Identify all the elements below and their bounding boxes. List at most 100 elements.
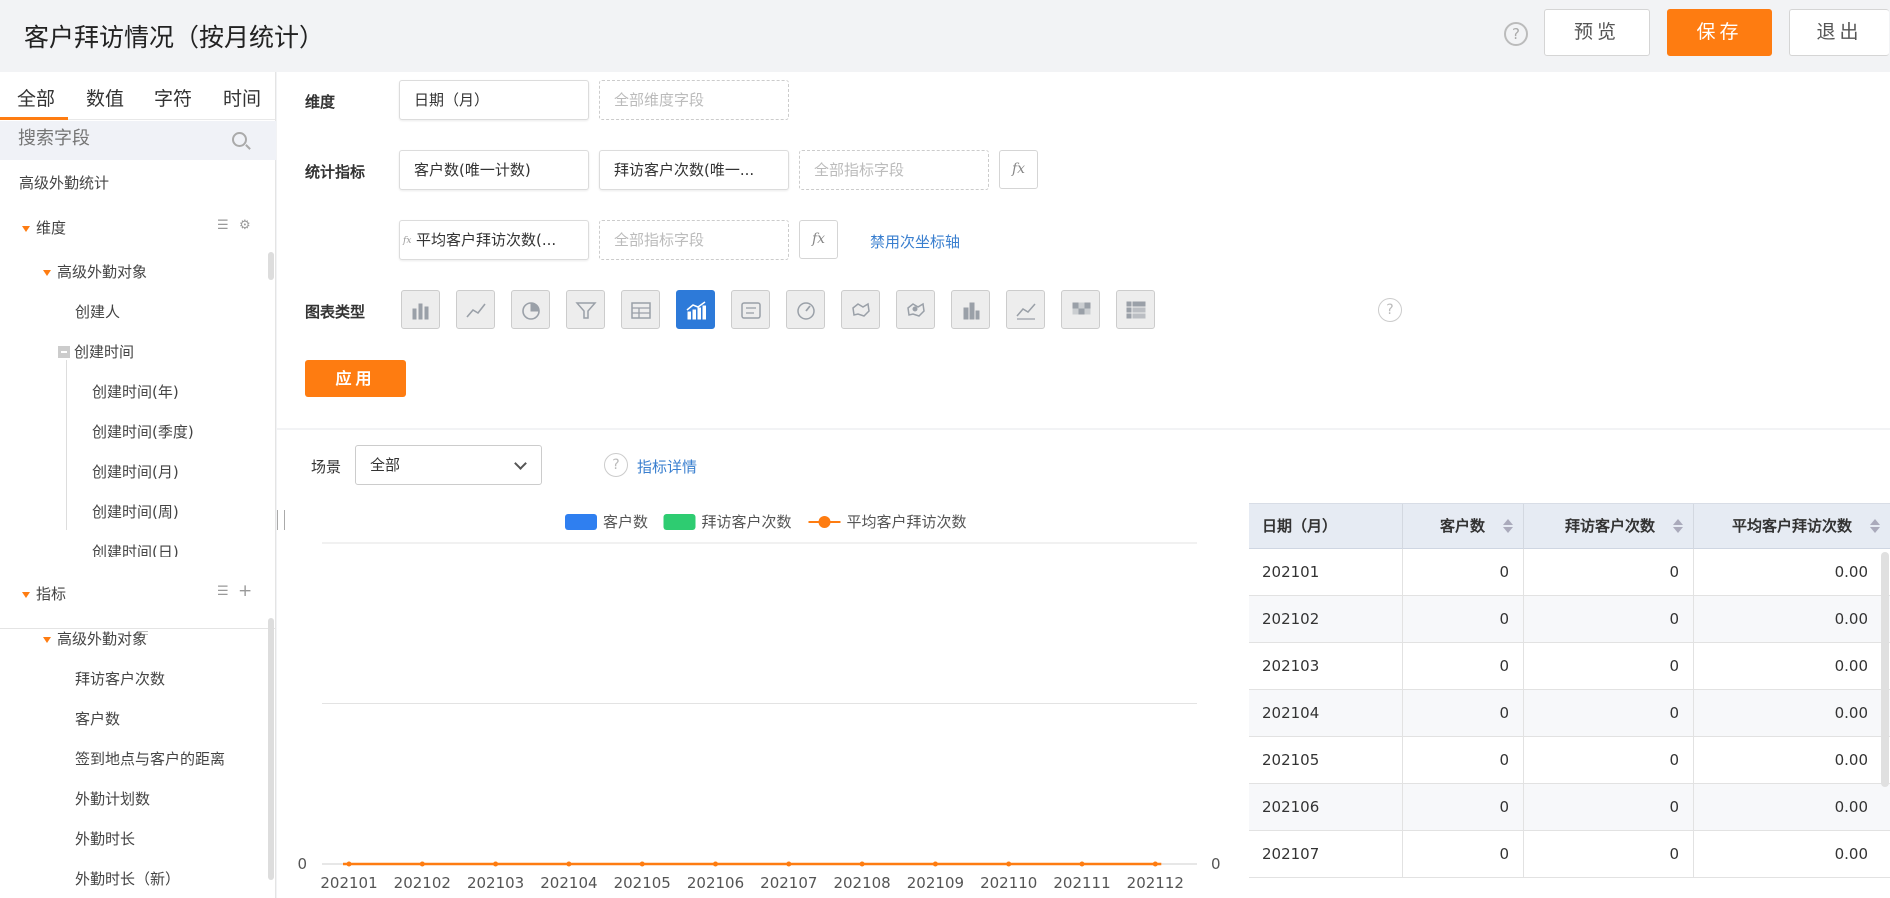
sort-icon[interactable]: ☰ [217, 218, 229, 233]
metric-field-visits[interactable]: 拜访客户次数(唯一... [599, 150, 789, 190]
metric-dropzone[interactable]: 全部指标字段 [799, 150, 989, 190]
expand-arrow-icon[interactable] [22, 591, 30, 598]
stacked-bar-icon[interactable] [951, 290, 990, 329]
card-chart-icon[interactable] [731, 290, 770, 329]
scene-select[interactable]: 全部 [355, 445, 542, 485]
column-header-customers[interactable]: 客户数 [1403, 504, 1524, 549]
expand-arrow-icon[interactable] [22, 225, 30, 232]
field-group-created-time[interactable]: 创建时间 [58, 341, 134, 362]
table-row: 202106 0 0 0.00 [1249, 784, 1890, 831]
help-icon[interactable]: ? [1504, 22, 1528, 46]
table-header: 日期（月） 客户数 拜访客户次数 平均客户拜访次数 [1249, 504, 1890, 549]
scatter-map-icon[interactable] [896, 290, 935, 329]
field-item[interactable]: 创建时间(日) [92, 541, 179, 557]
dimension-field[interactable]: 日期（月） [399, 80, 589, 120]
scene-label: 场景 [311, 458, 342, 476]
add-icon[interactable]: + [238, 581, 252, 601]
table-row: 202104 0 0 0.00 [1249, 690, 1890, 737]
metric-scrollbar[interactable] [268, 618, 274, 880]
column-header-average[interactable]: 平均客户拜访次数 [1694, 504, 1890, 549]
field-item[interactable]: 创建时间(年) [92, 381, 179, 402]
metric-item[interactable]: 外勤计划数 [75, 788, 150, 809]
table-cell: 0 [1524, 549, 1694, 596]
table-scrollbar[interactable] [1881, 552, 1889, 787]
formula-button[interactable]: fx [999, 150, 1038, 189]
sort-icon[interactable]: ☰ [217, 584, 229, 599]
metric-group[interactable]: 高级外勤对象 [43, 628, 147, 649]
metric-section[interactable]: 指标 [22, 583, 66, 604]
chart-type-label: 图表类型 [305, 303, 366, 321]
preview-panel: 场景 全部 ? 指标详情 客户数 拜访客户次数 平均客户拜访次数 0 0 202101 20… [277, 430, 1890, 898]
metric-section-label: 指标 [36, 585, 67, 603]
top-bar: 客户拜访情况（按月统计） ? 预览 保存 退出 [0, 0, 1890, 72]
metric-detail-link[interactable]: 指标详情 [637, 456, 697, 477]
gauge-chart-icon[interactable] [786, 290, 825, 329]
field-item[interactable]: 创建时间(月) [92, 461, 179, 482]
pivot-table-icon[interactable] [1116, 290, 1155, 329]
tab-numeric[interactable]: 数值 [86, 84, 124, 111]
table-row: 202103 0 0 0.00 [1249, 643, 1890, 690]
line-point [1006, 861, 1012, 867]
tab-string[interactable]: 字符 [154, 84, 192, 111]
apply-button[interactable]: 应用 [305, 360, 406, 397]
x-tick-label: 202105 [614, 874, 671, 892]
tree-root[interactable]: 高级外勤统计 [19, 172, 109, 193]
field-item[interactable]: 创建时间(季度) [92, 421, 194, 442]
metric-detail-help-icon[interactable]: ? [604, 453, 628, 477]
dimension-group[interactable]: 高级外勤对象 [43, 261, 147, 282]
line-point [639, 861, 645, 867]
chart-type-help-icon[interactable]: ? [1378, 298, 1402, 322]
metric-item[interactable]: 签到地点与客户的距离 [75, 748, 225, 769]
search-input[interactable] [18, 128, 218, 149]
search-icon[interactable] [232, 132, 247, 147]
pie-chart-icon[interactable] [511, 290, 550, 329]
heatmap-chart-icon[interactable] [1061, 290, 1100, 329]
line-point [566, 861, 572, 867]
bar-chart-icon[interactable] [401, 290, 440, 329]
metric-item[interactable]: 拜访客户次数 [75, 668, 165, 689]
line-chart-icon[interactable] [456, 290, 495, 329]
map-chart-icon[interactable] [841, 290, 880, 329]
dimension-dropzone[interactable]: 全部维度字段 [599, 80, 789, 120]
table-chart-icon[interactable] [621, 290, 660, 329]
field-item[interactable]: 创建人 [75, 301, 120, 322]
y-left-tick: 0 [297, 855, 307, 873]
table-cell: 0 [1524, 690, 1694, 737]
disable-secondary-axis-link[interactable]: 禁用次坐标轴 [870, 231, 960, 252]
metric-dropzone-secondary[interactable]: 全部指标字段 [599, 220, 789, 260]
metric-field-customers[interactable]: 客户数(唯一计数) [399, 150, 589, 190]
field-item[interactable]: 创建时间(周) [92, 501, 179, 522]
preview-button[interactable]: 预览 [1544, 9, 1650, 56]
metric-item[interactable]: 外勤时长（新） [75, 868, 180, 889]
table-cell: 202101 [1249, 549, 1403, 596]
page-title: 客户拜访情况（按月统计） [24, 23, 325, 52]
funnel-chart-icon[interactable] [566, 290, 605, 329]
save-button[interactable]: 保存 [1667, 9, 1772, 56]
column-header-date[interactable]: 日期（月） [1249, 504, 1403, 549]
metric-item[interactable]: 外勤时长 [75, 828, 135, 849]
gear-icon[interactable]: ⚙ [239, 218, 251, 233]
tab-time[interactable]: 时间 [223, 84, 261, 111]
expand-arrow-icon[interactable] [43, 269, 51, 276]
x-tick-label: 202106 [687, 874, 744, 892]
dimension-scrollbar[interactable] [268, 252, 274, 280]
column-header-visits[interactable]: 拜访客户次数 [1524, 504, 1694, 549]
combo-chart-icon[interactable] [676, 290, 715, 329]
table-cell: 0.00 [1834, 798, 1868, 816]
dimension-section[interactable]: 维度 [22, 217, 66, 238]
x-tick-label: 202110 [980, 874, 1037, 892]
line-point [1152, 861, 1158, 867]
table-cell: 0.00 [1834, 845, 1868, 863]
metric-field-average[interactable]: fx 平均客户拜访次数(... [399, 220, 589, 260]
exit-button[interactable]: 退出 [1789, 9, 1889, 56]
formula-button-secondary[interactable]: fx [799, 220, 838, 259]
table-cell: 0 [1403, 690, 1524, 737]
area-chart-icon[interactable] [1006, 290, 1045, 329]
metric-item[interactable]: 客户数 [75, 708, 120, 729]
table-cell: 0 [1403, 737, 1524, 784]
collapse-icon[interactable] [58, 346, 70, 358]
table-row: 202107 0 0 0.00 [1249, 831, 1890, 878]
expand-arrow-icon[interactable] [43, 636, 51, 643]
tab-all[interactable]: 全部 [17, 84, 55, 111]
line-point [713, 861, 718, 867]
